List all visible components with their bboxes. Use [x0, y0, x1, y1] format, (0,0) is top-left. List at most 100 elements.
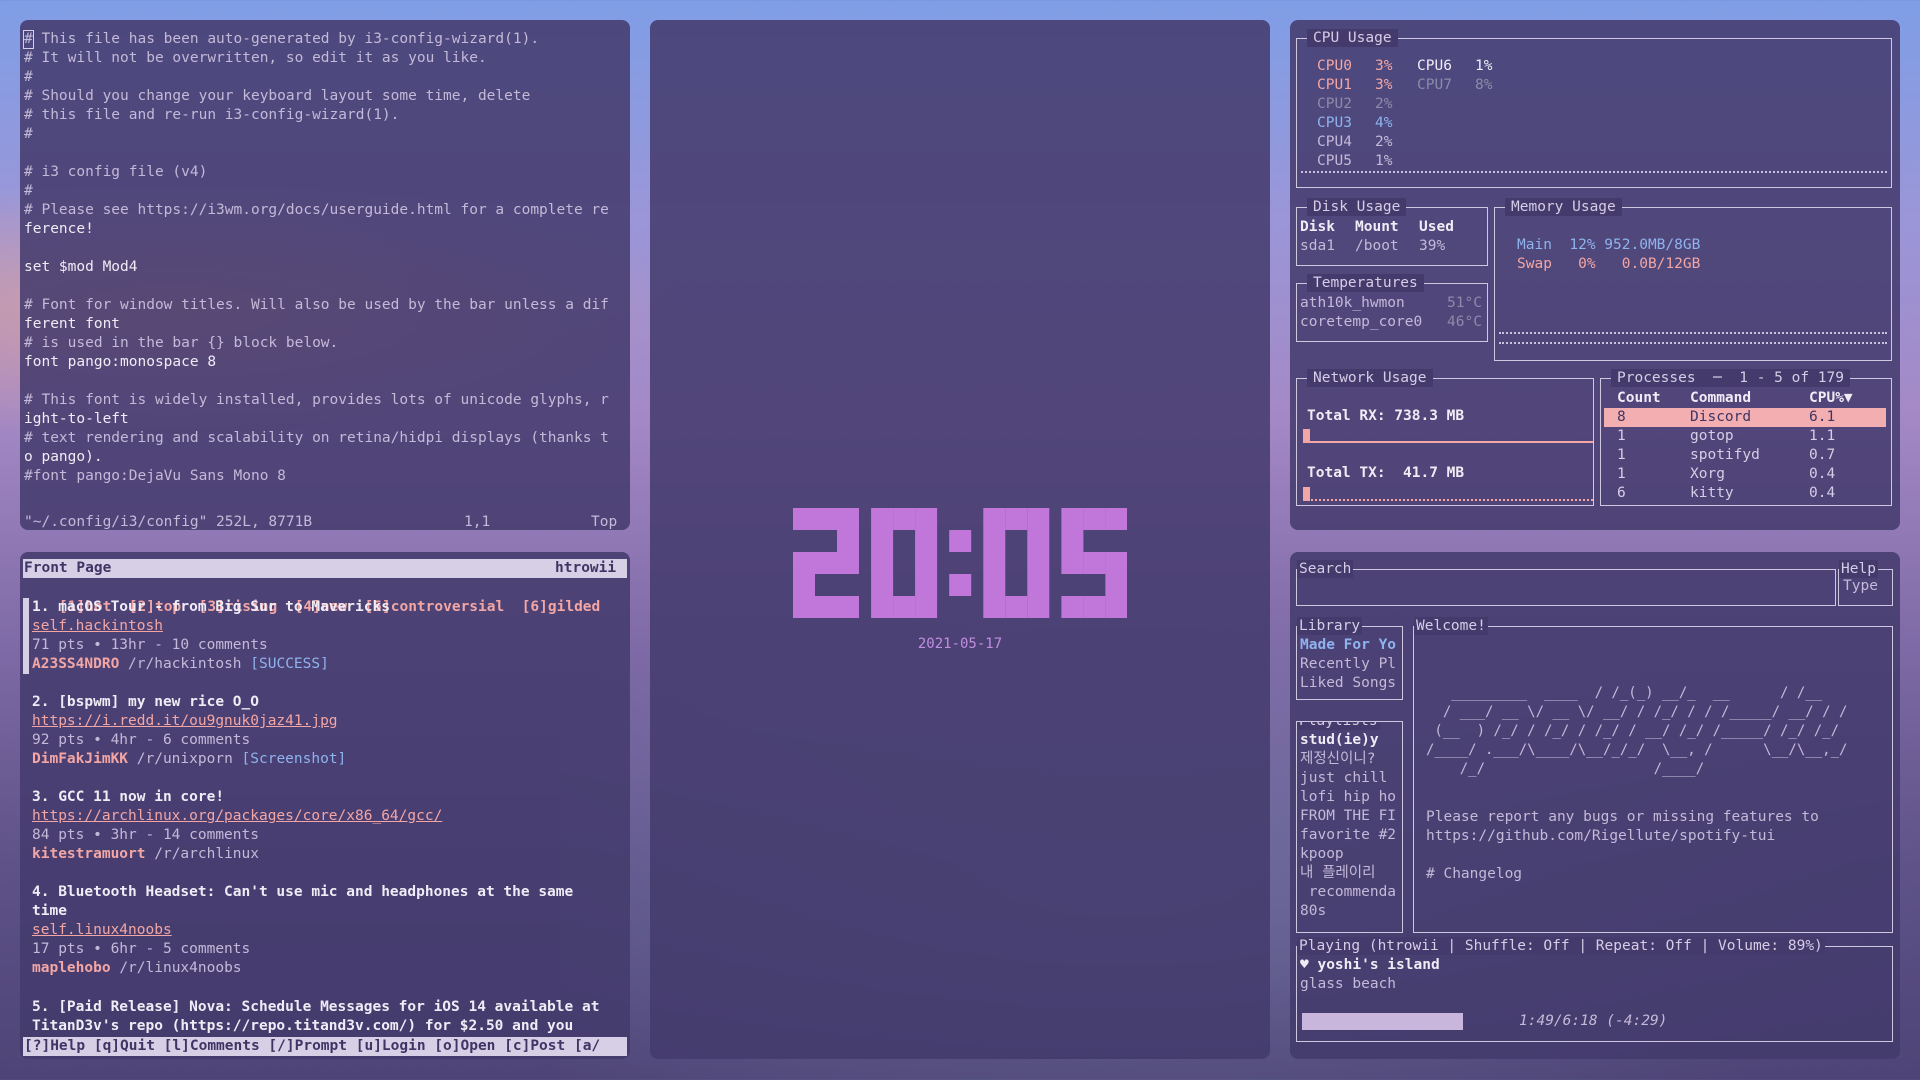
- post-subreddit[interactable]: /r/linux4noobs: [119, 960, 241, 976]
- help-box[interactable]: Help Type: [1838, 560, 1893, 606]
- vim-line[interactable]: #font pango:DejaVu Sans Mono 8: [24, 467, 286, 486]
- vim-line[interactable]: # text rendering and scalability on reti…: [24, 429, 609, 448]
- github-url[interactable]: https://github.com/Rigellute/spotify-tui: [1426, 827, 1775, 846]
- vim-line[interactable]: # This file has been auto-generated by i…: [24, 30, 539, 49]
- playlist-item[interactable]: stud(ie)y: [1300, 731, 1379, 750]
- cpu-value: 3%: [1375, 58, 1393, 74]
- post-author[interactable]: kitestramuort: [32, 846, 146, 862]
- vim-line[interactable]: # this file and re-run i3-config-wizard(…: [24, 106, 399, 125]
- clock-digit: [1061, 508, 1128, 618]
- welcome-label: Welcome!: [1414, 617, 1488, 635]
- post-author-line: A23SS4NDRO /r/hackintosh [SUCCESS]: [32, 655, 329, 674]
- process-count: 1: [1617, 428, 1626, 444]
- post-subreddit[interactable]: /r/archlinux: [154, 846, 259, 862]
- playlist-item[interactable]: 내 플레이리: [1300, 864, 1375, 883]
- process-row[interactable]: 1 spotifyd 0.7: [1604, 446, 1886, 465]
- vim-status-position: 1,1: [464, 514, 491, 530]
- tab-gilded[interactable]: [6]gilded: [522, 599, 601, 615]
- vim-window[interactable]: # This file has been auto-generated by i…: [20, 20, 630, 530]
- post-link[interactable]: self.linux4noobs: [32, 921, 172, 940]
- vim-line[interactable]: ight-to-left: [24, 410, 129, 429]
- processes-panel[interactable]: Processes ─ 1 - 5 of 179 Count Command C…: [1600, 369, 1892, 506]
- library-recently-played[interactable]: Recently Pl: [1300, 655, 1396, 674]
- process-row[interactable]: 1 Xorg 0.4: [1604, 465, 1886, 484]
- playlist-item[interactable]: lofi hip ho: [1300, 788, 1396, 807]
- clock-digit: [792, 508, 859, 618]
- playlists-panel[interactable]: Playlists stud(ie)y 제정신이니? just chill lofi …: [1296, 721, 1403, 933]
- proc-header-count[interactable]: Count: [1617, 389, 1661, 408]
- vim-line[interactable]: #: [24, 125, 33, 144]
- vim-line[interactable]: # Please see https://i3wm.org/docs/userg…: [24, 201, 609, 220]
- post-author[interactable]: DimFakJimKK: [32, 751, 128, 767]
- vim-line[interactable]: #: [24, 182, 33, 201]
- post-link[interactable]: https://i.redd.it/ou9gnuk0jaz41.jpg: [32, 712, 338, 731]
- search-box[interactable]: Search: [1296, 560, 1836, 606]
- post-meta: 17 pts • 6hr - 5 comments: [32, 941, 251, 957]
- vim-line[interactable]: #: [24, 68, 33, 87]
- playlist-item[interactable]: just chill: [1300, 769, 1387, 788]
- vim-line[interactable]: # i3 config file (v4): [24, 163, 207, 182]
- post-title[interactable]: 1. macOS Tour - from Big Sur to Maverick…: [32, 598, 390, 617]
- process-command: spotifyd: [1690, 447, 1760, 463]
- spotify-window[interactable]: Search Help Type Library Made For Yo Rec…: [1290, 552, 1900, 1059]
- playlist-item[interactable]: favorite #2: [1300, 826, 1396, 845]
- process-row[interactable]: 8 Discord 6.1: [1604, 408, 1886, 427]
- vim-line[interactable]: o pango).: [24, 448, 103, 467]
- vim-line[interactable]: # It will not be overwritten, so edit it…: [24, 49, 487, 68]
- memory-graph-2: [1499, 342, 1887, 347]
- vim-line[interactable]: # is used in the bar {} block below.: [24, 334, 338, 353]
- vim-line[interactable]: # Should you change your keyboard layout…: [24, 87, 530, 106]
- post-author[interactable]: A23SS4NDRO: [32, 656, 119, 672]
- vim-line[interactable]: ferent font: [24, 315, 120, 334]
- post-title[interactable]: 3. GCC 11 now in core!: [32, 788, 224, 807]
- post-link[interactable]: https://archlinux.org/packages/core/x86_…: [32, 807, 442, 826]
- proc-header-cpu[interactable]: CPU%▼: [1809, 389, 1853, 408]
- processes-label: Processes: [1617, 370, 1696, 386]
- vim-line[interactable]: set $mod Mod4: [24, 258, 138, 277]
- cpu-name: CPU3: [1317, 115, 1352, 131]
- library-liked-songs[interactable]: Liked Songs: [1300, 674, 1396, 693]
- playlist-item[interactable]: recommenda: [1300, 883, 1396, 902]
- process-row[interactable]: 1 gotop 1.1: [1604, 427, 1886, 446]
- process-cpu: 1.1: [1809, 428, 1836, 444]
- disk-header-mount: Mount: [1355, 219, 1399, 235]
- cpu-usage-panel: CPU Usage CPU0 3% CPU1 3% CPU2 2% CPU3 4% CPU4 2%…: [1296, 29, 1892, 188]
- playlist-item[interactable]: kpoop: [1300, 845, 1344, 864]
- playlist-item[interactable]: 제정신이니?: [1300, 750, 1375, 769]
- library-made-for-you[interactable]: Made For Yo: [1300, 636, 1396, 655]
- track-title: ♥ yoshi's island: [1300, 957, 1440, 973]
- post-link[interactable]: self.hackintosh: [32, 617, 163, 636]
- post-title[interactable]: 4. Bluetooth Headset: Can't use mic and …: [32, 883, 573, 902]
- proc-header-command[interactable]: Command: [1690, 389, 1751, 408]
- gotop-window[interactable]: CPU Usage CPU0 3% CPU1 3% CPU2 2% CPU3 4% CPU4 2%…: [1290, 20, 1900, 530]
- vim-line[interactable]: font pango:monospace 8: [24, 353, 216, 372]
- playlist-item[interactable]: 80s: [1300, 902, 1326, 921]
- reddit-username: htrowii: [555, 560, 617, 576]
- progress-fill: [1302, 1013, 1463, 1030]
- disk-usage-title: Disk Usage: [1307, 198, 1407, 216]
- playbar-panel[interactable]: Playing (htrowii | Shuffle: Off | Repeat…: [1296, 937, 1893, 1042]
- post-subreddit[interactable]: /r/unixporn: [137, 751, 233, 767]
- post-title[interactable]: 2. [bspwm] my new rice O_O: [32, 693, 259, 712]
- reddit-window[interactable]: Front Page htrowii [1]hot [2]top [3]risi…: [20, 552, 630, 1059]
- post-subreddit[interactable]: /r/hackintosh: [128, 656, 242, 672]
- post-5-title[interactable]: 5. [Paid Release] Nova: Schedule Message…: [32, 998, 599, 1017]
- library-panel[interactable]: Library Made For Yo Recently Pl Liked So…: [1296, 617, 1403, 700]
- post-title-cont[interactable]: time: [32, 902, 67, 921]
- report-bugs-text: Please report any bugs or missing featur…: [1426, 809, 1819, 825]
- process-row[interactable]: 6 kitty 0.4: [1604, 484, 1886, 503]
- post-meta: 92 pts • 4hr - 6 comments: [32, 732, 251, 748]
- post-5-title-cont[interactable]: TitanD3v's repo (https://repo.titand3v.c…: [32, 1017, 573, 1036]
- vim-line[interactable]: # Font for window titles. Will also be u…: [24, 296, 609, 315]
- vim-line[interactable]: ference!: [24, 220, 94, 239]
- network-rx-graph: [1303, 441, 1593, 443]
- process-count: 1: [1617, 447, 1626, 463]
- post-author-line: maplehobo /r/linux4noobs: [32, 959, 242, 978]
- post-author[interactable]: maplehobo: [32, 960, 111, 976]
- cpu-name: CPU5: [1317, 153, 1352, 169]
- clock-colon: [948, 530, 971, 596]
- playlists-label: Playlists: [1297, 722, 1380, 730]
- playlist-item[interactable]: FROM THE FI: [1300, 807, 1396, 826]
- vim-line[interactable]: # This font is widely installed, provide…: [24, 391, 609, 410]
- disk-header-used: Used: [1419, 219, 1454, 235]
